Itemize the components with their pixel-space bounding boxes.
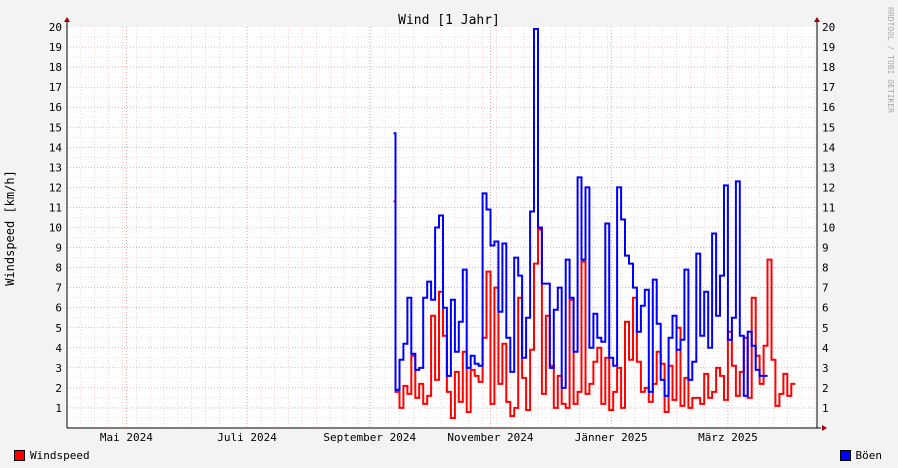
y-tick-label-right: 6 [822,302,829,315]
chart-title: Wind [1 Jahr] [398,13,500,28]
y-tick-label: 5 [55,322,62,335]
y-tick-label-right: 20 [822,21,835,34]
x-tick-label: November 2024 [447,431,533,444]
y-tick-label: 14 [49,141,63,154]
y-tick-label: 9 [55,242,62,255]
y-tick-label-right: 15 [822,121,835,134]
legend-boeen: Böen [839,449,883,462]
y-tick-label-right: 7 [822,282,829,295]
y-tick-label-right: 14 [822,141,836,154]
x-tick-label: September 2024 [323,431,416,444]
y-tick-label: 4 [55,342,62,355]
y-tick-label-right: 16 [822,101,835,114]
y-tick-label: 10 [49,222,62,235]
y-tick-label: 15 [49,121,62,134]
legend-windspeed: Windspeed [14,449,90,462]
y-tick-label-right: 12 [822,181,835,194]
legend-label-boeen: Böen [855,449,883,462]
y-tick-label: 18 [49,61,62,74]
y-tick-label-right: 3 [822,362,829,375]
x-tick-label: März 2025 [698,431,758,444]
y-tick-label-right: 18 [822,61,835,74]
y-tick-label-right: 5 [822,322,829,335]
y-tick-label-right: 11 [822,201,835,214]
y-tick-label: 1 [55,402,62,415]
y-tick-label-right: 2 [822,382,829,395]
y-tick-label-right: 9 [822,242,829,255]
y-tick-label-right: 1 [822,402,829,415]
y-tick-label: 6 [55,302,62,315]
y-tick-label-right: 19 [822,41,835,54]
y-tick-label: 12 [49,181,62,194]
legend-label-windspeed: Windspeed [30,449,90,462]
legend-swatch-boeen [839,450,851,461]
y-tick-label: 19 [49,41,62,54]
y-tick-label: 16 [49,101,62,114]
y-tick-label: 2 [55,382,62,395]
y-tick-label: 17 [49,81,62,94]
y-tick-label: 11 [49,201,62,214]
y-tick-label-right: 17 [822,81,835,94]
y-tick-label-right: 8 [822,262,829,275]
y-tick-label-right: 4 [822,342,829,355]
y-tick-label: 7 [55,282,62,295]
x-tick-label: Juli 2024 [217,431,277,444]
y-tick-label: 13 [49,161,62,174]
y-tick-label: 8 [55,262,62,275]
legend-swatch-windspeed [14,450,25,461]
x-tick-label: Mai 2024 [100,431,153,444]
x-tick-label: Jänner 2025 [575,431,648,444]
y-tick-label: 20 [49,21,62,34]
wind-chart: 1234567891011121314151617181920 12345678… [0,0,898,468]
y-tick-label-right: 10 [822,222,835,235]
y-tick-label: 3 [55,362,62,375]
y-tick-label-right: 13 [822,161,835,174]
watermark: RRDTOOL / TOBI OETIKER [886,7,895,113]
y-axis-label: Windspeed [km/h] [3,170,17,286]
